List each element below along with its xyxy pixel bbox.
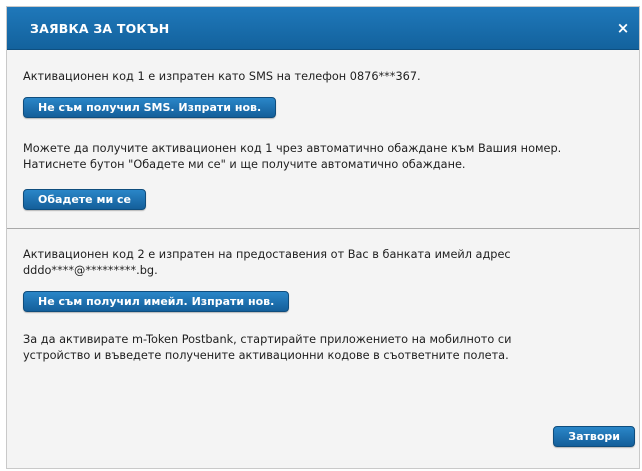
dialog-title: ЗАЯВКА ЗА ТОКЪН xyxy=(30,21,170,36)
close-button[interactable]: Затвори xyxy=(553,426,635,447)
token-request-dialog: ЗАЯВКА ЗА ТОКЪН × Активационен код 1 е и… xyxy=(6,6,640,469)
sms-sent-message: Активационен код 1 е изпратен като SMS н… xyxy=(23,70,421,83)
resend-sms-button[interactable]: Не съм получил SMS. Изпрати нов. xyxy=(23,97,277,118)
email-sent-message: Активационен код 2 е изпратен на предост… xyxy=(23,248,511,277)
activation-instructions: За да активирате m-Token Postbank, старт… xyxy=(23,333,512,362)
auto-call-message: Можете да получите активационен код 1 чр… xyxy=(23,142,562,171)
dialog-titlebar: ЗАЯВКА ЗА ТОКЪН × xyxy=(7,7,639,50)
resend-email-button[interactable]: Не съм получил имейл. Изпрати нов. xyxy=(23,291,290,312)
call-me-button[interactable]: Обадете ми се xyxy=(23,189,146,210)
close-icon[interactable]: × xyxy=(615,20,631,36)
section-divider xyxy=(7,228,639,229)
